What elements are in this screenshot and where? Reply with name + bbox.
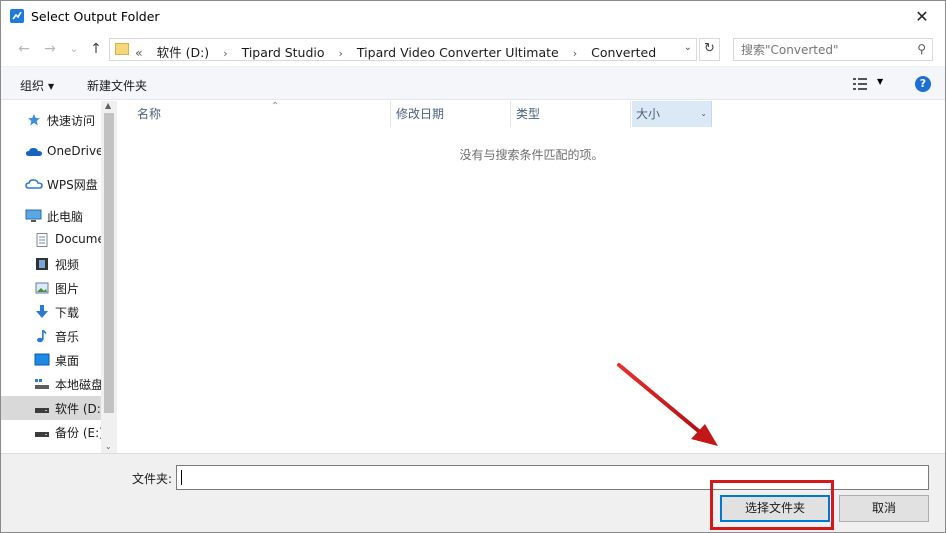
scroll-up-icon[interactable]: ▲	[105, 101, 111, 110]
star-icon	[28, 114, 40, 126]
sidebar-item-label: 桌面	[55, 354, 80, 368]
annotation-arrow-icon	[617, 363, 718, 446]
sidebar-item-pictures[interactable]: 图片	[1, 276, 101, 300]
sidebar-item-wps-cloud[interactable]: WPS网盘	[1, 172, 101, 196]
column-header-size[interactable]: 大小 ⌄	[632, 101, 712, 127]
cloud-icon	[26, 147, 42, 156]
search-input[interactable]	[734, 39, 910, 60]
sidebar-item-onedrive[interactable]: OneDrive	[1, 140, 101, 164]
documents-icon	[36, 233, 48, 247]
back-arrow-icon[interactable]: ←	[15, 40, 33, 58]
pictures-icon	[35, 282, 49, 294]
chevron-down-icon[interactable]: ⌄	[684, 42, 692, 53]
scroll-down-icon[interactable]: ⌄	[105, 442, 112, 451]
folder-field-label: 文件夹:	[132, 472, 173, 486]
sidebar-item-label: 此电脑	[47, 210, 84, 224]
breadcrumb-item-converted[interactable]: Converted	[591, 45, 656, 60]
empty-results-message: 没有与搜索条件匹配的项。	[459, 148, 604, 162]
breadcrumb-item-video-converter[interactable]: Tipard Video Converter Ultimate	[357, 45, 559, 60]
command-toolbar: 组织 ▼ 新建文件夹 ▼ ?	[1, 66, 945, 100]
breadcrumb-item-tipard-studio[interactable]: Tipard Studio	[242, 45, 325, 60]
sidebar-item-documents[interactable]: Docume	[1, 228, 101, 252]
dialog-window: Select Output Folder ✕ ← → ⌄ ↑ « 软件 (D:)…	[0, 0, 946, 533]
navigation-scrollbar[interactable]: ▲ ⌄	[101, 101, 117, 453]
caret-down-icon: ▼	[48, 82, 55, 91]
breadcrumb-overflow[interactable]: «	[135, 45, 143, 60]
download-icon	[36, 305, 48, 318]
up-arrow-icon[interactable]: ↑	[87, 40, 105, 58]
window-title: Select Output Folder	[31, 9, 160, 24]
file-list: 名称 ⌃ 修改日期 类型 大小 ⌄ 没有与搜索条件匹配的项。	[118, 101, 945, 453]
forward-arrow-icon[interactable]: →	[41, 40, 59, 58]
drive-icon	[35, 408, 49, 413]
search-icon[interactable]: ⚲	[917, 42, 926, 56]
recent-locations-icon[interactable]: ⌄	[65, 40, 83, 58]
sidebar-item-label: 图片	[55, 282, 80, 296]
desktop-icon	[34, 353, 50, 366]
organize-label: 组织	[20, 79, 45, 93]
column-header-name[interactable]: 名称 ⌃	[133, 101, 391, 127]
sort-ascending-icon: ⌃	[271, 101, 280, 112]
address-bar[interactable]: « 软件 (D:) › Tipard Studio › Tipard Video…	[109, 38, 697, 61]
search-box[interactable]: ⚲	[733, 38, 933, 61]
folder-icon	[115, 43, 129, 55]
sidebar-item-label: 本地磁盘	[55, 378, 101, 392]
title-bar: Select Output Folder ✕	[1, 1, 945, 32]
sidebar-item-downloads[interactable]: 下载	[1, 300, 101, 324]
drive-icon	[35, 432, 49, 437]
app-icon	[10, 9, 24, 23]
sidebar-item-desktop[interactable]: 桌面	[1, 348, 101, 372]
sidebar-item-drive-e[interactable]: 备份 (E:)	[1, 420, 101, 444]
refresh-icon[interactable]: ↻	[699, 38, 720, 61]
video-icon	[36, 258, 48, 270]
sidebar-item-label: WPS网盘	[47, 178, 98, 192]
annotation-highlight-box	[710, 480, 834, 530]
sidebar-item-label: 备份 (E:)	[55, 426, 101, 440]
column-label: 名称	[137, 107, 162, 121]
address-row: ← → ⌄ ↑ « 软件 (D:) › Tipard Studio › Tipa…	[1, 32, 945, 66]
breadcrumb: « 软件 (D:) › Tipard Studio › Tipard Video…	[135, 42, 656, 61]
sidebar-item-label: 视频	[55, 258, 80, 272]
computer-icon	[25, 209, 42, 222]
music-icon	[37, 330, 47, 343]
column-header-date[interactable]: 修改日期	[392, 101, 511, 127]
chevron-down-icon[interactable]: ⌄	[700, 101, 707, 127]
sidebar-item-quick-access[interactable]: 快速访问	[1, 108, 101, 132]
wps-cloud-icon	[25, 179, 43, 189]
sidebar-item-label: 下载	[55, 306, 80, 320]
drive-icon	[35, 379, 49, 389]
sidebar-item-videos[interactable]: 视频	[1, 252, 101, 276]
sidebar-item-label: 音乐	[55, 330, 80, 344]
sidebar-item-local-disk[interactable]: 本地磁盘	[1, 372, 101, 396]
close-icon[interactable]: ✕	[899, 1, 945, 32]
view-dropdown-icon[interactable]: ▼	[877, 77, 883, 86]
sidebar-item-label: OneDrive	[47, 144, 101, 158]
chevron-right-icon[interactable]: ›	[339, 47, 343, 60]
sidebar-item-label: 快速访问	[47, 114, 96, 128]
sidebar-item-label: 软件 (D:	[55, 402, 101, 416]
scrollbar-thumb[interactable]	[104, 113, 114, 413]
view-options-icon[interactable]	[853, 78, 867, 90]
text-cursor	[181, 470, 182, 485]
chevron-right-icon[interactable]: ›	[223, 47, 227, 60]
new-folder-button[interactable]: 新建文件夹	[87, 77, 147, 94]
column-header-type[interactable]: 类型	[512, 101, 631, 127]
sidebar-item-drive-d[interactable]: 软件 (D:	[1, 396, 101, 420]
breadcrumb-item-drive[interactable]: 软件 (D:)	[157, 42, 210, 61]
cancel-button[interactable]: 取消	[839, 495, 929, 522]
help-icon[interactable]: ?	[915, 76, 931, 92]
sidebar-item-label: Docume	[55, 232, 101, 246]
sidebar-item-music[interactable]: 音乐	[1, 324, 101, 348]
chevron-right-icon[interactable]: ›	[573, 47, 577, 60]
sidebar-item-this-pc[interactable]: 此电脑	[1, 204, 101, 228]
navigation-pane: 快速访问 OneDrive WPS网盘 此电脑 Docume 视频 图片 下载	[1, 101, 117, 453]
organize-button[interactable]: 组织 ▼	[20, 77, 54, 94]
column-label: 大小	[636, 107, 661, 121]
